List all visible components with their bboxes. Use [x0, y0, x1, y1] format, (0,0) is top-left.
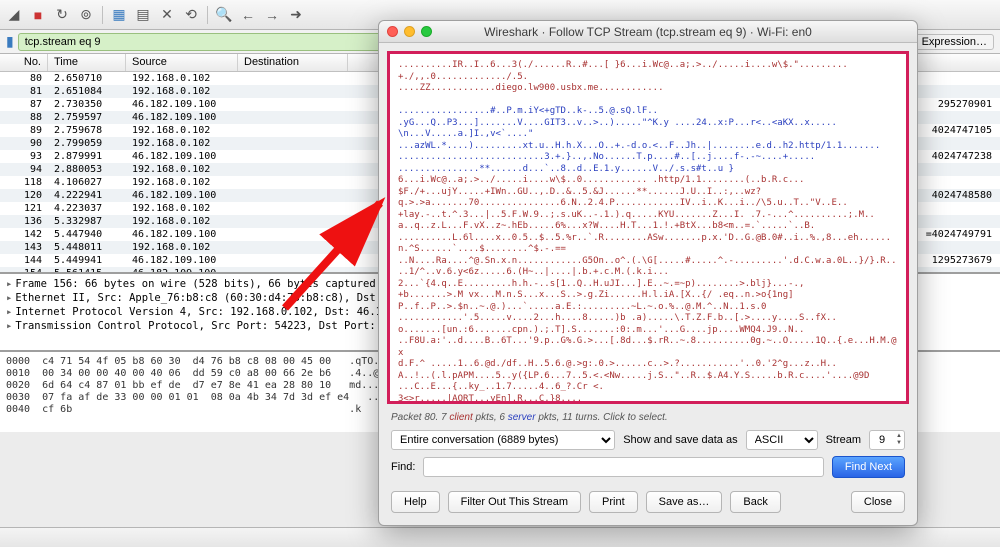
stream-number-stepper[interactable]: ▲▼ [869, 430, 905, 450]
col-header-no[interactable]: No. [0, 54, 48, 71]
print-button[interactable]: Print [589, 491, 638, 513]
find-input[interactable] [423, 457, 823, 477]
options-icon[interactable]: ⊚ [78, 7, 94, 23]
col-header-destination[interactable]: Destination [238, 54, 348, 71]
reload-icon[interactable]: ⟲ [183, 7, 199, 23]
close-window-icon[interactable] [387, 26, 398, 37]
open-icon[interactable]: ▦ [111, 7, 127, 23]
stream-label: Stream [826, 434, 861, 446]
stream-summary: Packet 80. 7 client pkts, 6 server pkts,… [379, 412, 917, 427]
shark-fin-icon[interactable]: ◢ [6, 7, 22, 23]
show-save-select[interactable]: ASCII [746, 430, 818, 450]
close-file-icon[interactable]: ✕ [159, 7, 175, 23]
find-icon[interactable]: 🔍 [216, 7, 232, 23]
dialog-titlebar[interactable]: Wireshark · Follow TCP Stream (tcp.strea… [379, 21, 917, 43]
save-as-button[interactable]: Save as… [646, 491, 723, 513]
help-button[interactable]: Help [391, 491, 440, 513]
stream-content[interactable]: ..........IR..I..6...3(./......R..#...[ … [387, 51, 909, 404]
find-label: Find: [391, 461, 415, 473]
fwd-icon[interactable]: → [264, 7, 280, 23]
status-bar [0, 527, 1000, 547]
dialog-title: Wireshark · Follow TCP Stream (tcp.strea… [379, 25, 917, 39]
find-next-button[interactable]: Find Next [832, 456, 905, 478]
minimize-window-icon[interactable] [404, 26, 415, 37]
col-header-source[interactable]: Source [126, 54, 238, 71]
stream-up-icon[interactable]: ▲ [894, 433, 904, 440]
close-button[interactable]: Close [851, 491, 905, 513]
filter-out-button[interactable]: Filter Out This Stream [448, 491, 581, 513]
bookmark-icon[interactable]: ▮ [6, 33, 14, 50]
stream-number-input[interactable] [870, 434, 894, 446]
col-header-time[interactable]: Time [48, 54, 126, 71]
back-button[interactable]: Back [730, 491, 780, 513]
conversation-select[interactable]: Entire conversation (6889 bytes) [391, 430, 615, 450]
restart-icon[interactable]: ↻ [54, 7, 70, 23]
jump-icon[interactable]: ➜ [288, 7, 304, 23]
stream-down-icon[interactable]: ▼ [894, 440, 904, 447]
expression-button[interactable]: Expression… [915, 34, 994, 50]
stop-icon[interactable]: ■ [30, 7, 46, 23]
back-icon[interactable]: ← [240, 7, 256, 23]
show-save-label: Show and save data as [623, 434, 737, 446]
follow-stream-dialog: Wireshark · Follow TCP Stream (tcp.strea… [378, 20, 918, 526]
save-icon[interactable]: ▤ [135, 7, 151, 23]
zoom-window-icon[interactable] [421, 26, 432, 37]
